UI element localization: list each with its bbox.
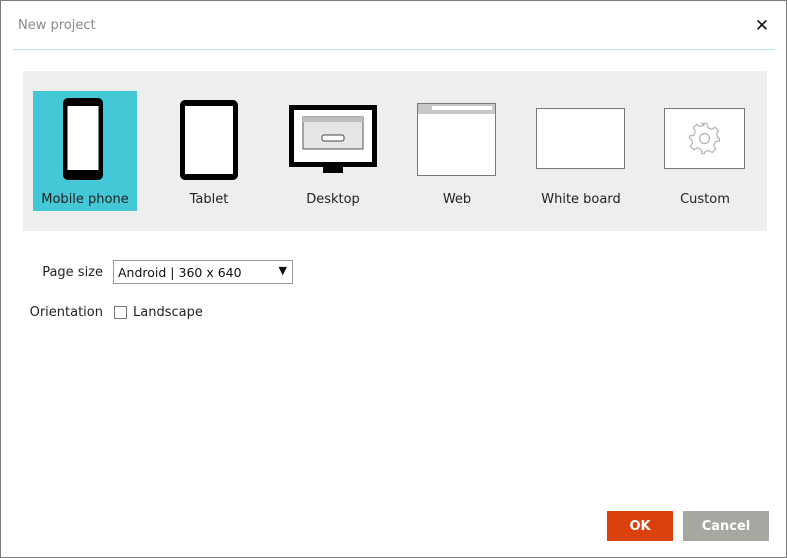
web-browser-icon (417, 103, 496, 176)
desktop-monitor-icon (289, 105, 377, 173)
project-type-web[interactable]: Web (405, 91, 509, 211)
dialog-title: New project (18, 18, 96, 33)
tablet-icon (180, 100, 238, 180)
project-type-custom[interactable]: Custom (653, 91, 757, 211)
project-type-label: White board (541, 192, 621, 207)
project-type-white-board[interactable]: White board (529, 91, 633, 211)
orientation-label: Orientation (29, 305, 103, 320)
whiteboard-icon (536, 108, 625, 169)
project-type-label: Web (442, 192, 472, 207)
project-type-label: Desktop (306, 192, 360, 207)
mobile-phone-icon (63, 98, 103, 180)
ok-button[interactable]: OK (607, 511, 673, 541)
project-type-label: Mobile phone (41, 192, 129, 207)
project-type-panel: Mobile phone Tablet Desktop Web White bo… (23, 71, 767, 231)
new-project-dialog: New project ✕ Mobile phone Tablet Deskto… (0, 0, 787, 558)
project-type-tablet[interactable]: Tablet (157, 91, 261, 211)
cancel-button[interactable]: Cancel (683, 511, 769, 541)
page-size-label: Page size (42, 265, 103, 280)
custom-size-frame (664, 108, 745, 169)
landscape-checkbox-label[interactable]: Landscape (133, 305, 203, 320)
page-size-value: Android | 360 x 640 (118, 265, 242, 280)
project-type-label: Custom (680, 192, 730, 207)
title-divider (13, 49, 775, 50)
project-type-label: Tablet (189, 192, 229, 207)
close-icon[interactable]: ✕ (751, 15, 773, 37)
project-type-desktop[interactable]: Desktop (281, 91, 385, 211)
project-type-mobile-phone[interactable]: Mobile phone (33, 91, 137, 211)
landscape-checkbox[interactable] (114, 306, 127, 319)
chevron-down-icon: ▼ (278, 264, 287, 277)
page-size-select[interactable]: Android | 360 x 640 ▼ (113, 260, 293, 284)
